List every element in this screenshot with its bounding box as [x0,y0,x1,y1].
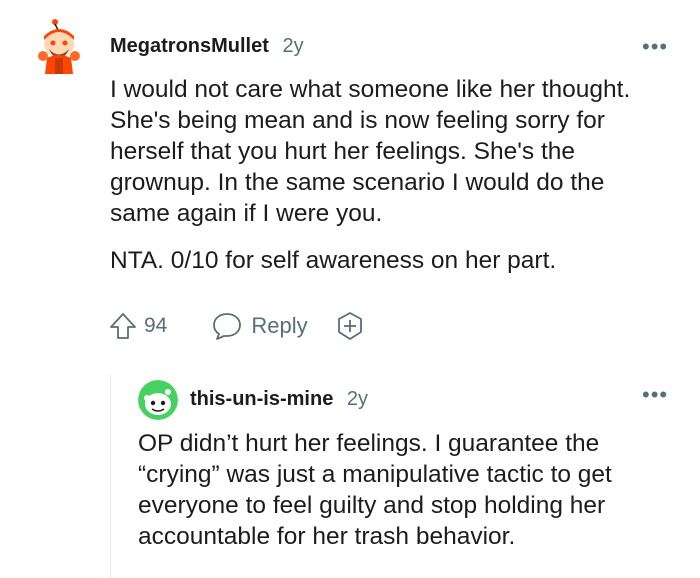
reply-button[interactable]: Reply [211,311,308,341]
username[interactable]: MegatronsMullet [110,35,269,57]
upvote-button[interactable]: 94 [108,311,167,341]
comment-age: 2y [346,388,369,410]
snoo-avatar-icon [38,19,80,74]
reply-label: Reply [251,313,308,338]
more-options-icon[interactable]: ••• [642,384,668,406]
comment-this-un-is-mine: this-un-is-mine 2y ••• OP didn’t hurt he… [0,360,700,578]
comment-age: 2y [282,35,304,57]
upvote-icon [110,313,136,339]
avatar[interactable] [138,380,178,420]
comment-body: I would not care what someone like her t… [110,74,670,276]
award-button[interactable] [334,310,366,342]
comment-paragraph: OP didn’t hurt her feelings. I guarantee… [138,430,612,550]
username[interactable]: this-un-is-mine [190,388,333,410]
comment-megatronsmullet: MegatronsMullet 2y ••• I would not care … [0,0,700,360]
snoo-avatar-icon [138,380,178,420]
vote-count: 94 [144,314,168,337]
comment-meta: MegatronsMullet 2y [110,34,304,58]
comment-meta: this-un-is-mine 2y [190,387,368,411]
avatar[interactable] [35,16,83,74]
comment-actions: 94 Reply [108,310,366,342]
more-options-icon[interactable]: ••• [642,36,668,58]
comment-body: OP didn’t hurt her feelings. I guarantee… [138,428,678,552]
award-plus-icon [337,312,362,340]
comment-paragraph: NTA. 0/10 for self awareness on her part… [110,247,557,274]
comment-paragraph: I would not care what someone like her t… [110,76,631,227]
comment-bubble-icon [213,313,242,340]
